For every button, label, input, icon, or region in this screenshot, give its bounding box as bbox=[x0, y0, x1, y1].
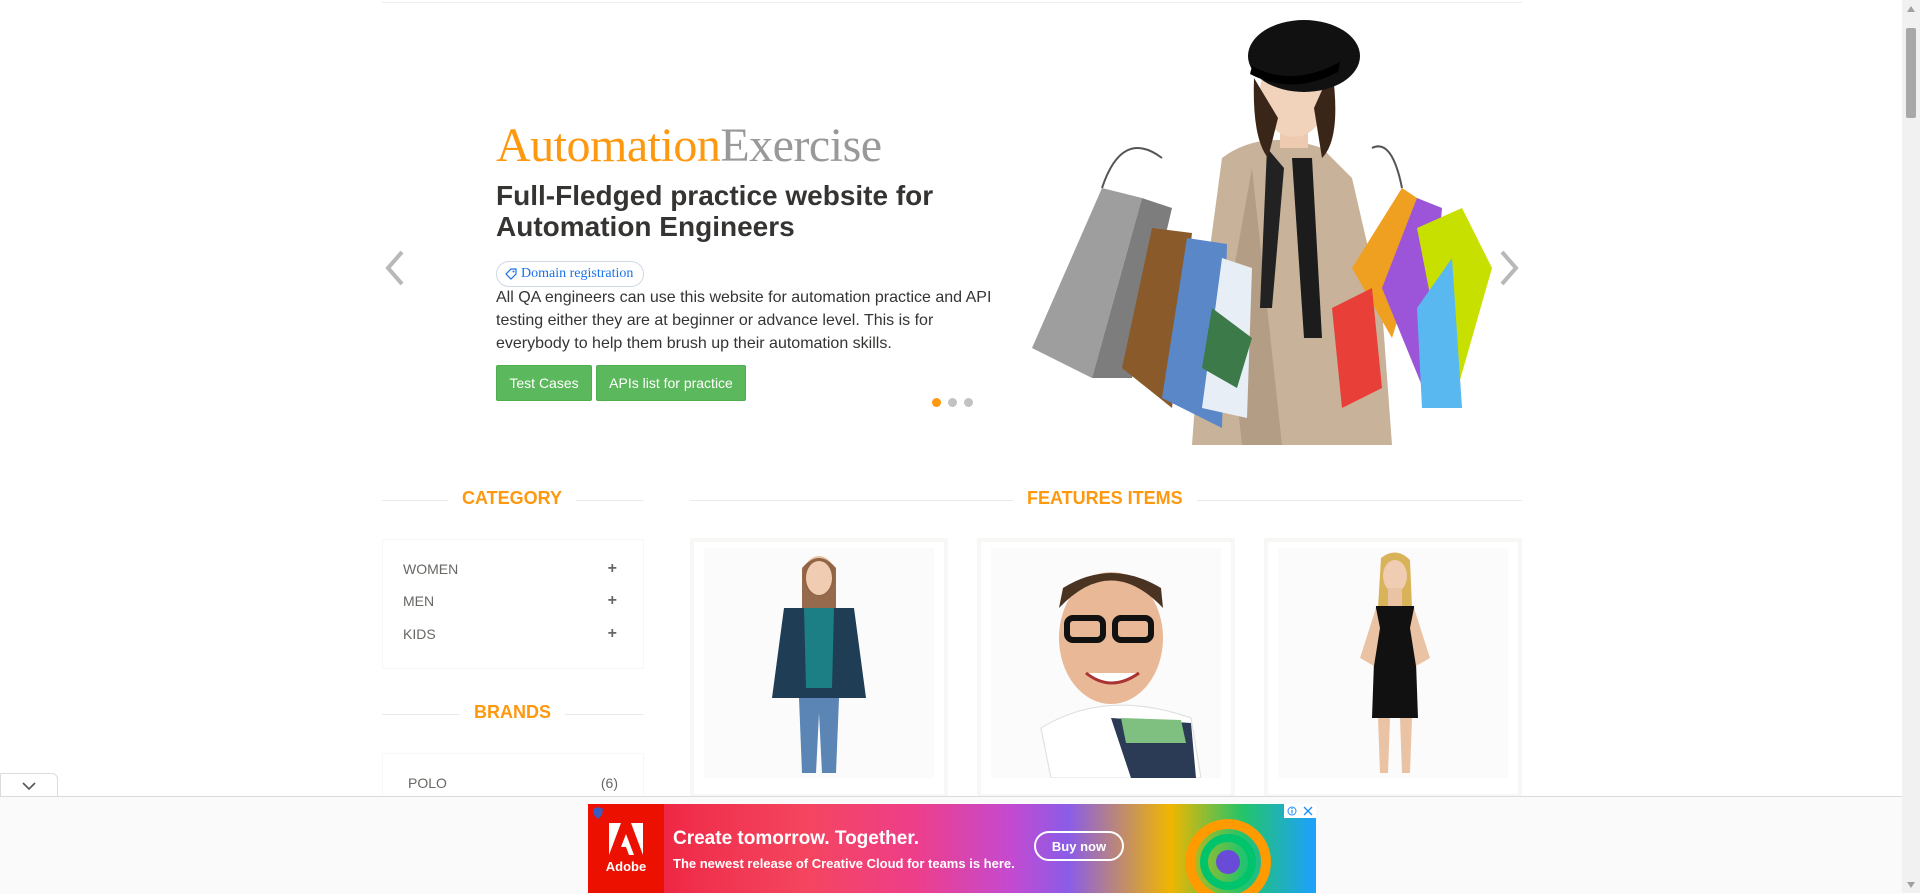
apis-list-button[interactable]: APIs list for practice bbox=[596, 365, 746, 401]
product-card[interactable] bbox=[1264, 538, 1522, 798]
chevron-left-icon bbox=[385, 250, 404, 286]
product-card[interactable] bbox=[690, 538, 948, 798]
close-icon bbox=[1303, 806, 1313, 816]
product-woman-cardigan-image bbox=[772, 556, 866, 773]
category-item-kids[interactable]: KIDS + bbox=[403, 624, 617, 644]
shield-icon bbox=[593, 807, 603, 819]
product-image[interactable] bbox=[1278, 548, 1508, 778]
scrollbar-thumb[interactable] bbox=[1906, 28, 1916, 118]
product-card[interactable] bbox=[977, 538, 1235, 798]
slider-dot-1[interactable] bbox=[932, 398, 941, 407]
ad-brand-label: Adobe bbox=[605, 859, 647, 874]
category-title: CATEGORY bbox=[448, 488, 577, 509]
tag-label: Domain registration bbox=[521, 266, 634, 281]
ad-artwork-image bbox=[1185, 819, 1271, 893]
ad-close-button[interactable] bbox=[1300, 804, 1316, 818]
test-cases-button[interactable]: Test Cases bbox=[496, 365, 592, 401]
ad-subline: The newest release of Creative Cloud for… bbox=[673, 856, 1015, 871]
brand-count: (6) bbox=[600, 775, 618, 791]
ad-headline: Create tomorrow. Together. bbox=[673, 828, 919, 849]
category-panel: WOMEN + MEN + KIDS + bbox=[382, 539, 644, 669]
category-label: MEN bbox=[403, 593, 435, 609]
page-scrollbar[interactable] bbox=[1902, 0, 1920, 893]
hero-girl-shopping-image bbox=[1032, 20, 1492, 445]
brand-label: POLO bbox=[408, 775, 447, 791]
scroll-down-button[interactable] bbox=[1902, 876, 1920, 893]
adobe-logo-icon bbox=[609, 823, 643, 855]
hero-slider: AutomationExercise Full-Fledged practice… bbox=[382, 0, 1522, 445]
product-man-polo-image bbox=[1040, 572, 1202, 778]
brand-title-part1: Automation bbox=[496, 119, 721, 172]
ad-collapse-toggle[interactable] bbox=[0, 773, 58, 798]
category-label: WOMEN bbox=[403, 561, 459, 577]
scroll-up-button[interactable] bbox=[1902, 0, 1920, 17]
plus-icon[interactable]: + bbox=[608, 560, 617, 578]
slider-description: All QA engineers can use this website fo… bbox=[496, 289, 992, 352]
product-image[interactable] bbox=[704, 548, 934, 778]
chevron-down-icon bbox=[22, 781, 36, 790]
plus-icon[interactable]: + bbox=[608, 592, 617, 610]
category-item-women[interactable]: WOMEN + bbox=[403, 559, 617, 579]
brand-item-polo[interactable]: POLO (6) bbox=[408, 775, 618, 791]
brands-title: BRANDS bbox=[460, 702, 566, 723]
plus-icon[interactable]: + bbox=[608, 625, 617, 643]
features-title: FEATURES ITEMS bbox=[1013, 488, 1197, 509]
product-image[interactable] bbox=[991, 548, 1221, 778]
brand-title-part2: Exercise bbox=[720, 119, 882, 172]
brand-title: AutomationExercise bbox=[496, 118, 882, 173]
slider-dot-2[interactable] bbox=[948, 398, 957, 407]
category-item-men[interactable]: MEN + bbox=[403, 591, 617, 611]
category-label: KIDS bbox=[403, 626, 436, 642]
product-woman-black-dress-image bbox=[1360, 552, 1430, 773]
slider-indicators bbox=[932, 398, 973, 407]
domain-registration-tag[interactable]: Domain registration bbox=[496, 261, 645, 287]
slider-dot-3[interactable] bbox=[964, 398, 973, 407]
adchoices-icon[interactable] bbox=[1284, 804, 1300, 818]
tag-icon bbox=[505, 268, 517, 280]
ad-buy-now-button[interactable]: Buy now bbox=[1034, 831, 1124, 861]
slider-headline: Full-Fledged practice website for Automa… bbox=[496, 180, 934, 242]
adobe-banner-ad[interactable]: Adobe Create tomorrow. Together. The new… bbox=[588, 804, 1316, 893]
slider-prev-button[interactable] bbox=[382, 248, 412, 288]
